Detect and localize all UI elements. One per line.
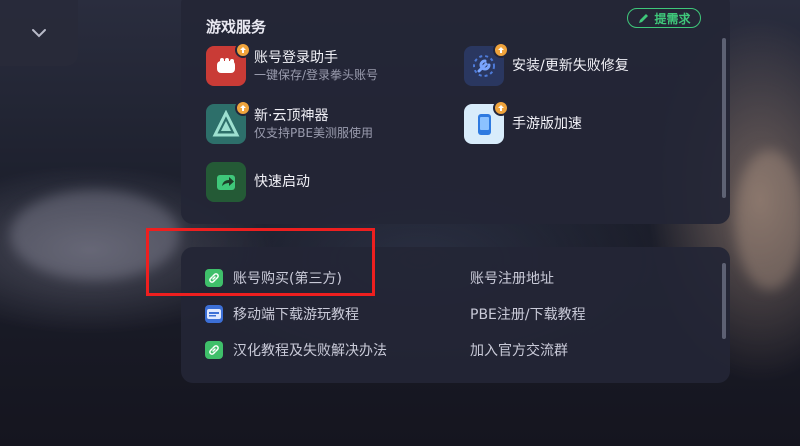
service-mobile-boost[interactable]: 手游版加速 xyxy=(464,100,582,144)
service-title: 手游版加速 xyxy=(512,116,582,132)
tft-logo-icon xyxy=(206,100,251,144)
service-account-login[interactable]: 账号登录助手 一键保存/登录拳头账号 xyxy=(206,42,379,86)
collapse-toggle[interactable] xyxy=(0,0,78,66)
wrench-icon xyxy=(464,42,509,86)
quick-launch-icon xyxy=(206,162,246,202)
request-button-label: 提需求 xyxy=(654,11,691,26)
link-label: PBE注册/下载教程 xyxy=(470,307,586,323)
link-account-register[interactable]: 账号注册地址 xyxy=(470,268,554,288)
wiki-icon xyxy=(205,305,223,323)
phone-icon xyxy=(464,100,509,144)
game-services-panel: 游戏服务 提需求 账号登录助手 一键保存/登录拳头账号 安装/更新失败修复 新·… xyxy=(181,0,730,224)
link-label: 汉化教程及失败解决办法 xyxy=(233,343,387,359)
service-install-repair[interactable]: 安装/更新失败修复 xyxy=(464,42,629,86)
service-quick-launch[interactable]: 快速启动 xyxy=(206,162,310,202)
service-title: 快速启动 xyxy=(254,174,310,190)
service-subtitle: 仅支持PBE美测服使用 xyxy=(254,126,374,140)
highlight-box xyxy=(146,228,375,296)
update-badge-icon xyxy=(493,100,509,116)
service-tft-tool[interactable]: 新·云顶神器 仅支持PBE美测服使用 xyxy=(206,100,374,144)
service-title: 安装/更新失败修复 xyxy=(512,58,629,74)
link-label: 账号注册地址 xyxy=(470,271,554,287)
chevron-down-icon xyxy=(32,29,46,38)
link-label: 加入官方交流群 xyxy=(470,343,568,359)
pen-icon xyxy=(639,14,649,23)
update-badge-icon xyxy=(235,100,251,116)
link-label: 移动端下载游玩教程 xyxy=(233,307,359,323)
request-button[interactable]: 提需求 xyxy=(627,8,701,28)
link-mobile-tutorial[interactable]: 移动端下载游玩教程 xyxy=(205,304,359,324)
update-badge-icon xyxy=(235,42,251,58)
link-icon xyxy=(205,341,223,359)
link-pbe-tutorial[interactable]: PBE注册/下载教程 xyxy=(470,304,586,324)
scrollbar[interactable] xyxy=(722,263,726,339)
update-badge-icon xyxy=(493,42,509,58)
background-art-right xyxy=(735,150,800,290)
service-subtitle: 一键保存/登录拳头账号 xyxy=(254,68,379,82)
link-localization-tutorial[interactable]: 汉化教程及失败解决办法 xyxy=(205,340,387,360)
link-official-group[interactable]: 加入官方交流群 xyxy=(470,340,568,360)
fist-icon xyxy=(206,42,251,86)
scrollbar[interactable] xyxy=(722,38,726,198)
service-title: 新·云顶神器 xyxy=(254,108,329,124)
section-title: 游戏服务 xyxy=(206,18,267,36)
service-title: 账号登录助手 xyxy=(254,50,338,66)
